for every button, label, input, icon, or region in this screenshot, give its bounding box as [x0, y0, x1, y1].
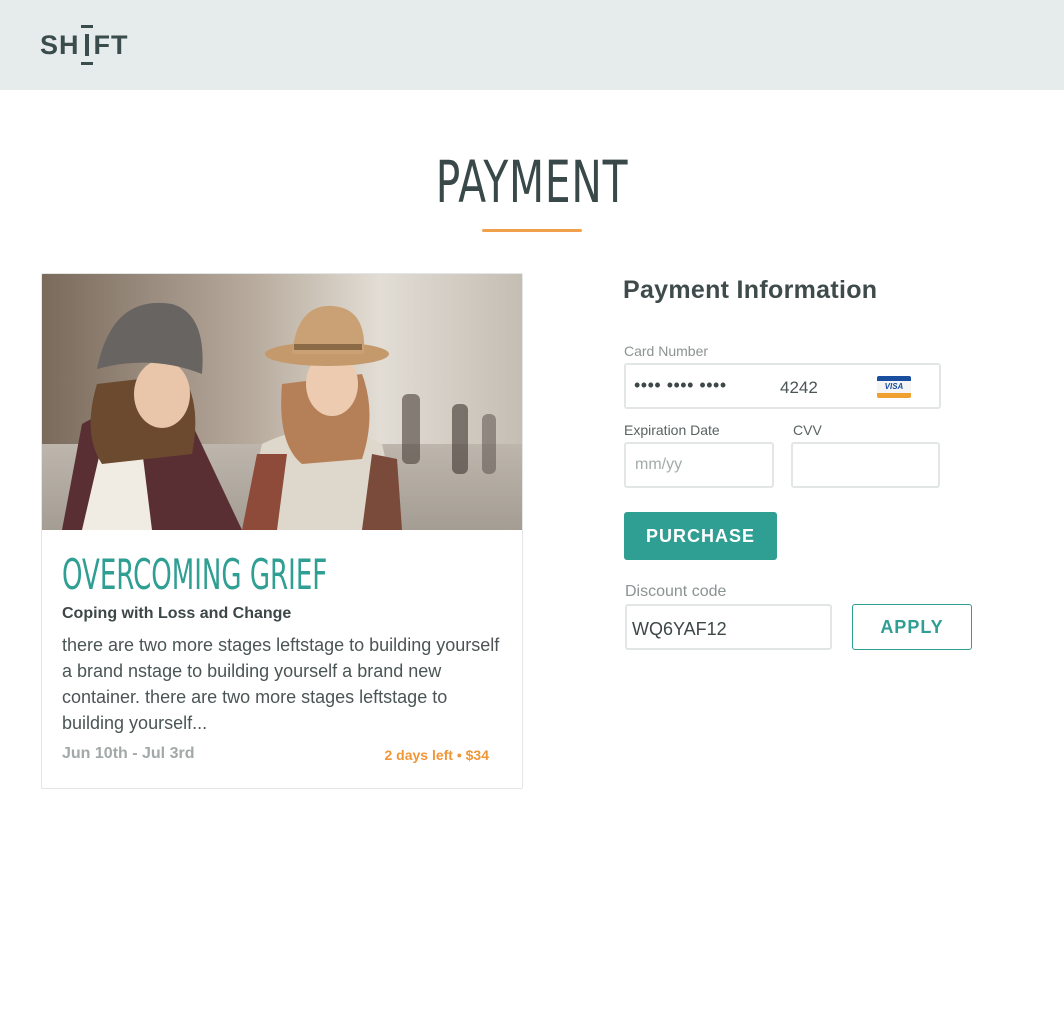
course-dates: Jun 10th - Jul 3rd [62, 745, 195, 762]
cvv-field[interactable] [791, 442, 940, 488]
cvv-label: CVV [793, 422, 822, 438]
course-title: OVERCOMING GRIEF [62, 550, 328, 599]
card-masked-digits: •••• •••• •••• [634, 375, 727, 395]
cvv-input[interactable] [793, 444, 938, 486]
expiration-field[interactable] [624, 442, 774, 488]
discount-code-field[interactable] [625, 604, 832, 650]
discount-code-input[interactable] [627, 606, 830, 648]
course-meta: 2 days left • $34 [384, 747, 489, 763]
page-title: PAYMENT [435, 148, 629, 216]
course-subtitle: Coping with Loss and Change [62, 605, 292, 622]
logo-i-mark-icon [80, 25, 93, 65]
title-underline [482, 229, 582, 232]
course-description: there are two more stages leftstage to b… [62, 635, 500, 733]
top-bar: SH FT [0, 0, 1064, 90]
expiration-input[interactable] [626, 444, 772, 486]
purchase-button[interactable]: PURCHASE [624, 512, 777, 560]
visa-card-icon: VISA [877, 376, 911, 398]
card-number-label: Card Number [624, 343, 709, 359]
visa-icon-text: VISA [884, 382, 904, 391]
logo-left-text: SH [40, 29, 80, 60]
apply-button[interactable]: APPLY [852, 604, 972, 650]
card-number-field[interactable]: •••• •••• •••• 4242 VISA [624, 363, 941, 409]
course-photo [42, 274, 522, 530]
logo-right-text: FT [93, 29, 129, 60]
expiration-label: Expiration Date [624, 422, 720, 438]
payment-heading: Payment Information [623, 276, 878, 304]
shift-logo[interactable]: SH FT [40, 24, 129, 66]
card-last4: 4242 [780, 378, 818, 397]
discount-code-label: Discount code [625, 583, 727, 600]
course-card[interactable]: OVERCOMING GRIEF Coping with Loss and Ch… [41, 273, 523, 789]
